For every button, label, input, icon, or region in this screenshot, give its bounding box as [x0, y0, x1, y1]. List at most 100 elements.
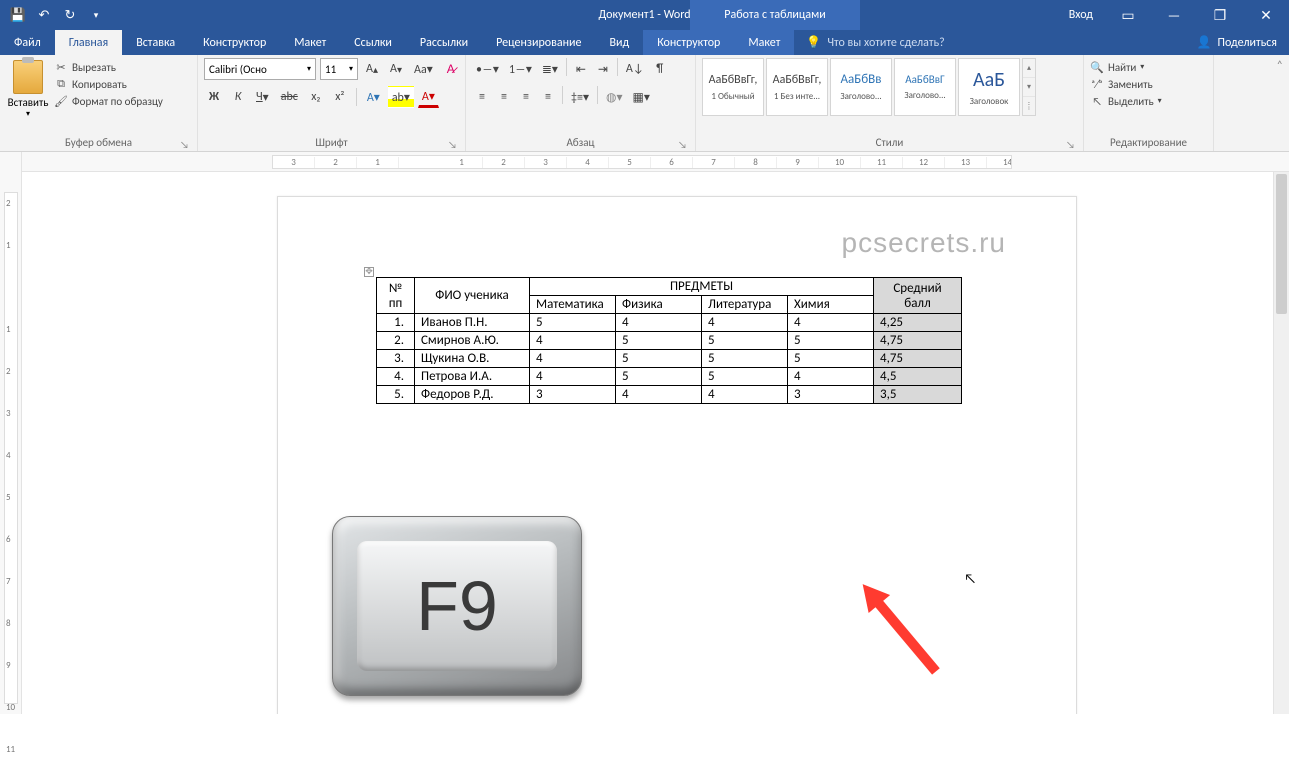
cell-number[interactable]: 5.	[377, 386, 415, 404]
cell-grade[interactable]: 5	[702, 368, 788, 386]
format-painter-button[interactable]: 🖌Формат по образцу	[54, 94, 163, 108]
cell-grade[interactable]: 5	[788, 332, 874, 350]
cell-grade[interactable]: 5	[530, 314, 616, 332]
tell-me-search[interactable]: 💡 Что вы хотите сделать?	[794, 30, 956, 55]
superscript-button[interactable]: x²	[330, 86, 350, 108]
bold-button[interactable]: Ж	[204, 86, 224, 108]
cut-button[interactable]: ✂Вырезать	[54, 60, 163, 74]
italic-button[interactable]: К	[228, 86, 248, 108]
text-effects-button[interactable]: A▾	[363, 86, 384, 108]
cell-fio[interactable]: Петрова И.А.	[415, 368, 530, 386]
paste-button[interactable]: Вставить ▾	[6, 58, 50, 119]
change-case-button[interactable]: Aa▾	[410, 58, 437, 80]
font-launcher-icon[interactable]: ↘	[448, 137, 457, 153]
justify-button[interactable]: ≡	[538, 86, 558, 108]
numbering-button[interactable]: 1―▾	[505, 58, 536, 80]
tab-file[interactable]: Файл	[0, 30, 55, 55]
cell-grade[interactable]: 4	[530, 350, 616, 368]
tab-insert[interactable]: Вставка	[122, 30, 189, 55]
style-normal[interactable]: АаБбВвГг,1 Обычный	[702, 58, 764, 116]
maximize-icon[interactable]: ❐	[1197, 0, 1243, 30]
cell-grade[interactable]: 4	[530, 368, 616, 386]
cell-average[interactable]: 4,25	[874, 314, 962, 332]
font-color-button[interactable]: A▾	[418, 86, 439, 108]
style-heading1[interactable]: АаБбВвЗаголово...	[830, 58, 892, 116]
copy-button[interactable]: ⧉Копировать	[54, 77, 163, 91]
tab-mailings[interactable]: Рассылки	[406, 30, 482, 55]
multilevel-button[interactable]: ≣▾	[538, 58, 562, 80]
font-name-combo[interactable]: Calibri (Осно▾	[204, 58, 316, 80]
line-spacing-button[interactable]: ‡≡▾	[567, 86, 593, 108]
signin-link[interactable]: Вход	[1069, 8, 1093, 22]
style-title[interactable]: АаБЗаголовок	[958, 58, 1020, 116]
cell-number[interactable]: 4.	[377, 368, 415, 386]
cell-grade[interactable]: 4	[530, 332, 616, 350]
shrink-font-button[interactable]: A▾	[386, 58, 406, 80]
table-move-handle-icon[interactable]: ✥	[364, 267, 374, 277]
table-row[interactable]: 4.Петрова И.А.45544,5	[377, 368, 962, 386]
styles-gallery-more[interactable]: ▴▾⁞	[1022, 58, 1036, 116]
scrollbar-thumb[interactable]	[1276, 174, 1287, 314]
cell-grade[interactable]: 4	[702, 314, 788, 332]
cell-grade[interactable]: 5	[788, 350, 874, 368]
select-button[interactable]: ↖Выделить▾	[1090, 94, 1162, 108]
table-row[interactable]: 1.Иванов П.Н.54444,25	[377, 314, 962, 332]
cell-grade[interactable]: 4	[702, 386, 788, 404]
qat-customize-icon[interactable]: ▾	[86, 5, 106, 25]
tab-home[interactable]: Главная	[55, 30, 122, 55]
cell-fio[interactable]: Иванов П.Н.	[415, 314, 530, 332]
cell-grade[interactable]: 4	[788, 314, 874, 332]
share-button[interactable]: Поделиться	[1218, 36, 1277, 50]
cell-average[interactable]: 4,75	[874, 350, 962, 368]
subscript-button[interactable]: x₂	[306, 86, 326, 108]
cell-grade[interactable]: 5	[616, 332, 702, 350]
tab-layout[interactable]: Макет	[280, 30, 340, 55]
table-row[interactable]: 5.Федоров Р.Д.34433,5	[377, 386, 962, 404]
tab-tabletools-layout[interactable]: Макет	[734, 30, 794, 55]
save-icon[interactable]: 💾	[8, 5, 28, 25]
grow-font-button[interactable]: A▴	[362, 58, 382, 80]
cell-number[interactable]: 2.	[377, 332, 415, 350]
highlight-button[interactable]: ab▾	[388, 86, 414, 108]
document-area[interactable]: pcsecrets.ru ✥ № пп ФИО ученика ПРЕДМЕТЫ…	[22, 172, 1289, 714]
vertical-scrollbar[interactable]	[1273, 172, 1289, 714]
cell-grade[interactable]: 4	[616, 386, 702, 404]
font-size-combo[interactable]: 11▾	[320, 58, 358, 80]
table-row[interactable]: 3.Щукина О.В.45554,75	[377, 350, 962, 368]
ribbon-options-icon[interactable]: ▭	[1105, 0, 1151, 30]
tab-references[interactable]: Ссылки	[340, 30, 406, 55]
grades-table[interactable]: № пп ФИО ученика ПРЕДМЕТЫ Средний балл М…	[376, 277, 962, 404]
cell-grade[interactable]: 3	[788, 386, 874, 404]
redo-icon[interactable]: ↻	[60, 5, 80, 25]
align-left-button[interactable]: ≡	[472, 86, 492, 108]
borders-button[interactable]: ▦▾	[628, 86, 653, 108]
cell-number[interactable]: 1.	[377, 314, 415, 332]
replace-button[interactable]: ᵃ⁄ᵇЗаменить	[1090, 77, 1162, 91]
vertical-ruler[interactable]: 211234567891011	[0, 152, 22, 714]
tab-view[interactable]: Вид	[595, 30, 643, 55]
clipboard-launcher-icon[interactable]: ↘	[180, 137, 189, 153]
cell-grade[interactable]: 5	[702, 332, 788, 350]
cell-average[interactable]: 3,5	[874, 386, 962, 404]
cell-grade[interactable]: 5	[616, 368, 702, 386]
tab-review[interactable]: Рецензирование	[482, 30, 595, 55]
shading-button[interactable]: ◍▾	[602, 86, 627, 108]
style-heading2[interactable]: АаБбВвГЗаголово...	[894, 58, 956, 116]
strikethrough-button[interactable]: abc	[277, 86, 302, 108]
cell-grade[interactable]: 4	[788, 368, 874, 386]
cell-number[interactable]: 3.	[377, 350, 415, 368]
cell-grade[interactable]: 5	[702, 350, 788, 368]
styles-gallery[interactable]: АаБбВвГг,1 Обычный АаБбВвГг,1 Без инте..…	[702, 58, 1036, 116]
cell-fio[interactable]: Щукина О.В.	[415, 350, 530, 368]
cell-fio[interactable]: Смирнов А.Ю.	[415, 332, 530, 350]
styles-launcher-icon[interactable]: ↘	[1066, 137, 1075, 153]
align-right-button[interactable]: ≡	[516, 86, 536, 108]
close-icon[interactable]: ✕	[1243, 0, 1289, 30]
paragraph-launcher-icon[interactable]: ↘	[678, 137, 687, 153]
bullets-button[interactable]: •―▾	[472, 58, 503, 80]
cell-average[interactable]: 4,5	[874, 368, 962, 386]
show-marks-button[interactable]: ¶	[650, 58, 670, 80]
style-no-spacing[interactable]: АаБбВвГг,1 Без инте...	[766, 58, 828, 116]
tab-tabletools-design[interactable]: Конструктор	[643, 30, 734, 55]
clear-formatting-button[interactable]: A̷	[441, 58, 461, 80]
